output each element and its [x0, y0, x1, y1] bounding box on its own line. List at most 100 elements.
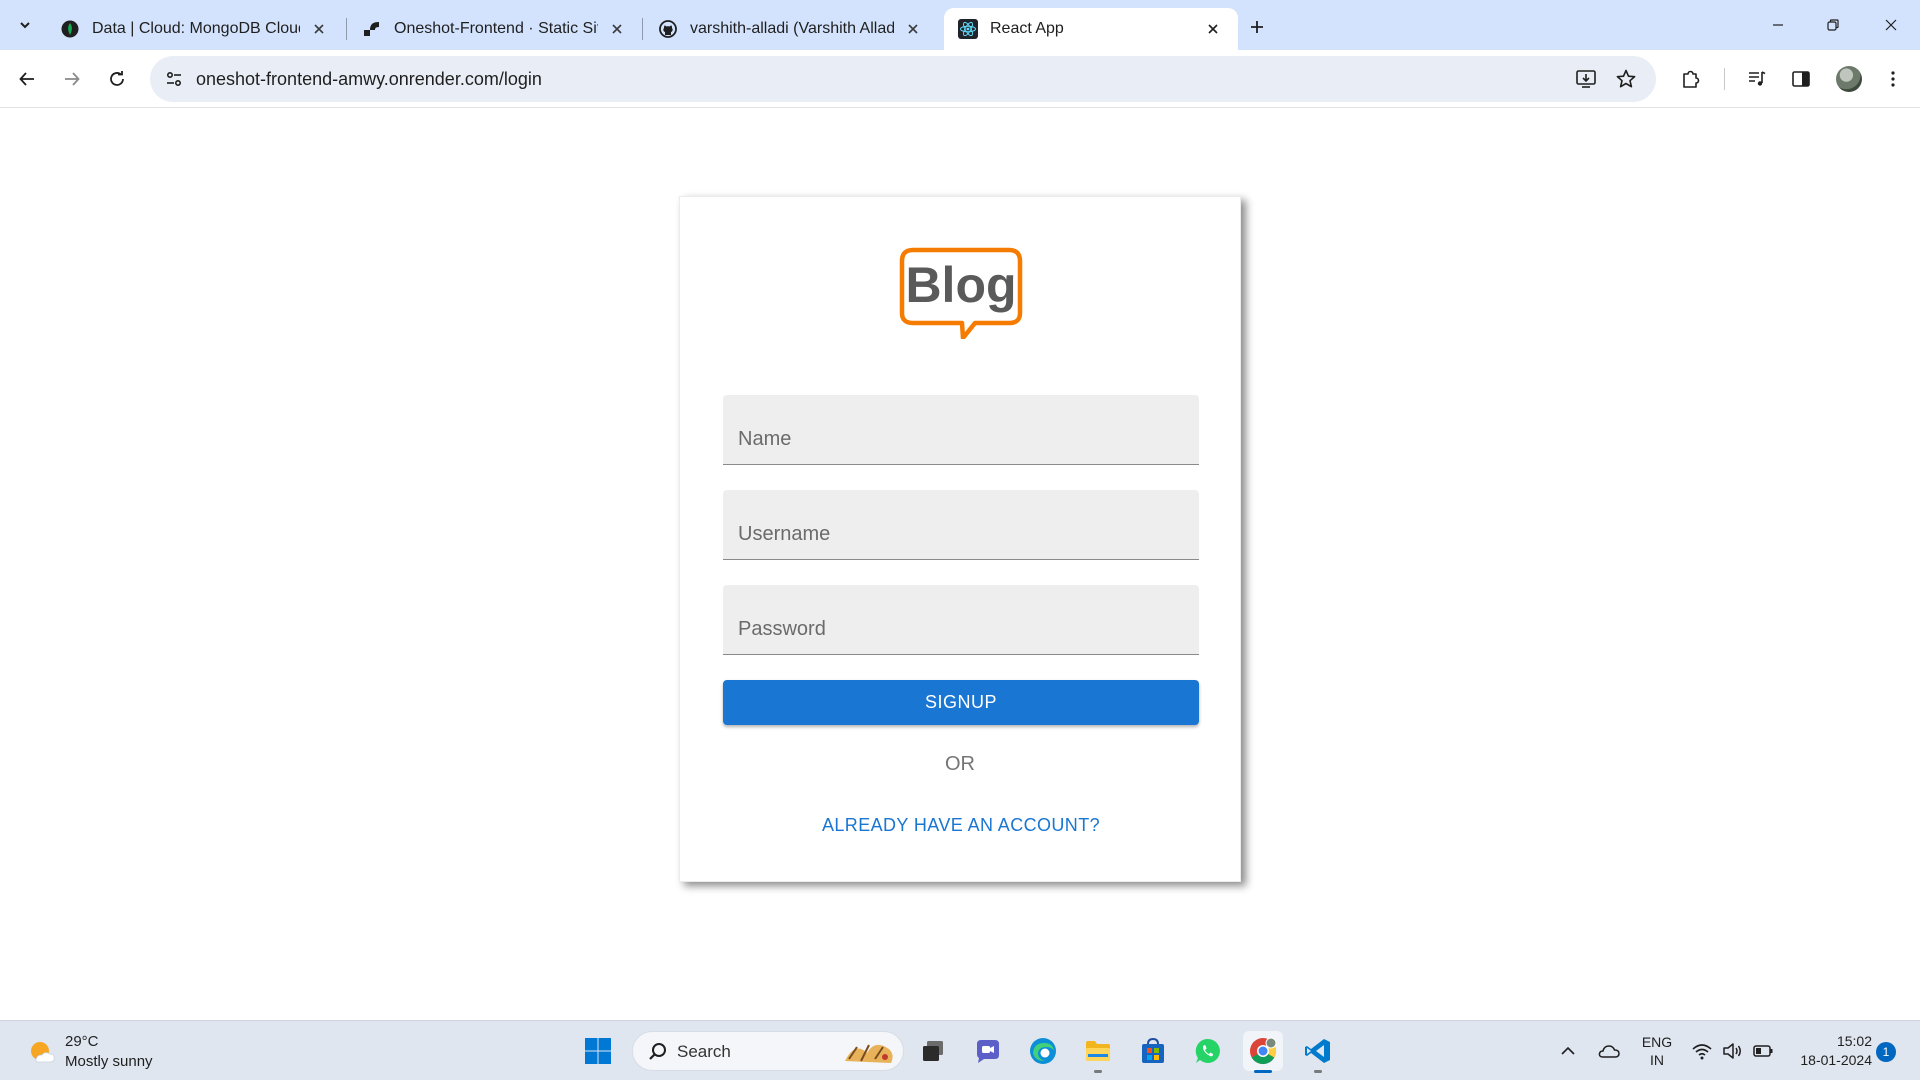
react-icon [958, 19, 978, 39]
search-highlight-illustration-icon [845, 1044, 893, 1063]
install-app-icon[interactable] [1574, 67, 1598, 91]
taskbar-vscode[interactable] [1298, 1031, 1338, 1073]
chevron-up-icon [1561, 1046, 1575, 1055]
plus-icon [1251, 21, 1263, 33]
logo-text: Blog [905, 257, 1016, 313]
bookmark-star-icon[interactable] [1614, 67, 1638, 91]
region-code: IN [1650, 1052, 1664, 1068]
address-bar[interactable]: oneshot-frontend-amwy.onrender.com/login [150, 56, 1656, 102]
close-icon [1885, 19, 1897, 31]
language-code: ENG [1641, 1034, 1673, 1050]
taskbar-search-box[interactable]: Search [632, 1031, 904, 1071]
side-panel-icon [1792, 71, 1810, 87]
start-button[interactable] [578, 1031, 618, 1071]
toolbar-separator [1724, 68, 1725, 90]
vscode-icon [1305, 1039, 1330, 1063]
taskbar-microsoft-store[interactable] [1133, 1031, 1173, 1071]
close-window-button[interactable] [1868, 8, 1914, 42]
tab-separator [642, 18, 643, 40]
clock-time: 15:02 [1836, 1033, 1872, 1049]
tab-title: Oneshot-Frontend · Static Site [394, 20, 598, 37]
input-language-indicator[interactable]: ENG IN [1640, 1033, 1674, 1069]
restore-button[interactable] [1810, 8, 1856, 42]
battery-icon[interactable] [1751, 1039, 1775, 1063]
taskbar-chrome[interactable] [1243, 1031, 1283, 1073]
sun-cloud-icon[interactable] [26, 1037, 56, 1067]
tab-react-app[interactable]: React App [944, 8, 1238, 50]
taskbar-file-explorer[interactable] [1078, 1031, 1118, 1073]
name-field[interactable] [723, 395, 1199, 465]
site-info-icon[interactable] [162, 67, 186, 91]
minimize-icon [1773, 24, 1783, 26]
or-divider-text: OR [945, 753, 975, 775]
search-icon [649, 1043, 666, 1060]
tab-search-button[interactable] [10, 11, 40, 39]
running-indicator [1254, 1070, 1272, 1073]
new-tab-button[interactable] [1243, 13, 1271, 41]
taskbar: 29°C Mostly sunny Search ENG IN 15:02 18… [0, 1020, 1920, 1080]
reload-button[interactable] [100, 62, 134, 96]
taskbar-whatsapp[interactable] [1188, 1031, 1228, 1071]
extensions-button[interactable] [1674, 62, 1708, 96]
mongodb-leaf-icon [60, 19, 80, 39]
volume-icon[interactable] [1720, 1039, 1744, 1063]
music-queue-icon [1749, 71, 1766, 86]
chevron-down-icon [20, 22, 30, 29]
store-bag-icon [1142, 1037, 1164, 1063]
side-panel-button[interactable] [1784, 62, 1818, 96]
blog-logo: Blog [899, 247, 1023, 339]
signup-button[interactable]: SIGNUP [723, 680, 1199, 725]
weather-temperature[interactable]: 29°C [65, 1033, 99, 1050]
close-icon[interactable] [902, 18, 924, 40]
render-logo-icon [362, 19, 382, 39]
tab-title: varshith-alladi (Varshith Alladi) [690, 20, 894, 37]
media-control-button[interactable] [1740, 62, 1774, 96]
username-input[interactable] [723, 490, 1199, 559]
tab-title: Data | Cloud: MongoDB Cloud [92, 20, 300, 37]
url-text[interactable]: oneshot-frontend-amwy.onrender.com/login [196, 69, 542, 90]
password-input[interactable] [723, 585, 1199, 654]
tab-title: React App [990, 20, 1064, 37]
tab-render[interactable]: Oneshot-Frontend · Static Site [348, 8, 642, 50]
profile-avatar[interactable] [1836, 66, 1862, 92]
running-indicator [1314, 1070, 1322, 1073]
edge-browser-icon [1030, 1038, 1056, 1064]
forward-button[interactable] [55, 62, 89, 96]
tab-github[interactable]: varshith-alladi (Varshith Alladi) [644, 8, 938, 50]
show-hidden-icons-button[interactable] [1556, 1039, 1580, 1063]
minimize-button[interactable] [1755, 8, 1801, 42]
login-link[interactable]: ALREADY HAVE AN ACCOUNT? [723, 815, 1199, 836]
system-clock[interactable]: 15:02 18-01-2024 [1788, 1032, 1872, 1070]
running-indicator [1094, 1070, 1102, 1073]
weather-description[interactable]: Mostly sunny [65, 1053, 153, 1070]
notification-badge[interactable]: 1 [1876, 1042, 1896, 1062]
folder-icon [1086, 1041, 1110, 1061]
search-label: Search [677, 1042, 731, 1061]
username-field[interactable] [723, 490, 1199, 560]
taskbar-edge[interactable] [1023, 1031, 1063, 1071]
puzzle-icon [1683, 70, 1700, 88]
signup-card: Blog SIGNUP OR ALREADY HAVE AN ACCOUNT? [679, 196, 1241, 882]
wifi-icon[interactable] [1690, 1039, 1714, 1063]
close-icon[interactable] [1202, 18, 1224, 40]
browser-menu-button[interactable] [1876, 62, 1910, 96]
name-input[interactable] [723, 395, 1199, 464]
close-icon[interactable] [308, 18, 330, 40]
whatsapp-icon [1195, 1038, 1220, 1063]
restore-icon [1827, 19, 1839, 31]
windows-logo-icon [585, 1038, 611, 1064]
arrow-left-icon [19, 72, 34, 86]
chat-icon [977, 1040, 999, 1063]
back-button[interactable] [10, 62, 44, 96]
tab-mongodb[interactable]: Data | Cloud: MongoDB Cloud [46, 8, 344, 50]
clock-date: 18-01-2024 [1800, 1052, 1872, 1068]
chrome-icon [1250, 1037, 1277, 1065]
onedrive-cloud-icon[interactable] [1597, 1039, 1621, 1063]
taskbar-teams-chat[interactable] [968, 1031, 1008, 1071]
taskbar-task-view[interactable] [913, 1031, 953, 1071]
password-field[interactable] [723, 585, 1199, 655]
tab-separator [346, 18, 347, 40]
close-icon[interactable] [606, 18, 628, 40]
reload-icon [110, 71, 124, 86]
more-vertical-icon [1891, 71, 1895, 87]
